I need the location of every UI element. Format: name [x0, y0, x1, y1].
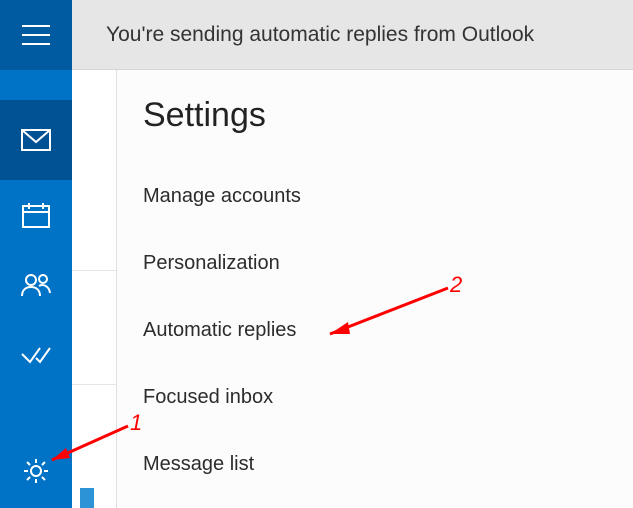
- nav-rail: [0, 0, 72, 508]
- todo-button[interactable]: [0, 320, 72, 390]
- banner-text: You're sending automatic replies from Ou…: [106, 23, 534, 47]
- menu-icon: [22, 24, 50, 46]
- calendar-icon: [22, 202, 50, 228]
- people-button[interactable]: [0, 250, 72, 320]
- settings-button[interactable]: [0, 436, 72, 506]
- people-icon: [21, 273, 51, 297]
- auto-reply-banner[interactable]: You're sending automatic replies from Ou…: [72, 0, 633, 70]
- settings-item-message-list[interactable]: Message list: [143, 431, 633, 498]
- todo-icon: [21, 344, 51, 366]
- body-area: Settings Manage accounts Personalization…: [72, 70, 633, 508]
- selection-indicator: [80, 488, 94, 508]
- settings-panel: Settings Manage accounts Personalization…: [116, 70, 633, 508]
- mail-button[interactable]: [0, 100, 72, 180]
- settings-item-focused-inbox[interactable]: Focused inbox: [143, 364, 633, 431]
- settings-item-manage-accounts[interactable]: Manage accounts: [143, 163, 633, 230]
- content-column: You're sending automatic replies from Ou…: [72, 0, 633, 508]
- gear-icon: [22, 457, 50, 485]
- settings-title: Settings: [143, 96, 633, 135]
- settings-item-personalization[interactable]: Personalization: [143, 230, 633, 297]
- settings-item-automatic-replies[interactable]: Automatic replies: [143, 297, 633, 364]
- list-gutter: [72, 70, 116, 508]
- app-root: You're sending automatic replies from Ou…: [0, 0, 633, 508]
- mail-icon: [21, 129, 51, 151]
- calendar-button[interactable]: [0, 180, 72, 250]
- menu-button[interactable]: [0, 0, 72, 70]
